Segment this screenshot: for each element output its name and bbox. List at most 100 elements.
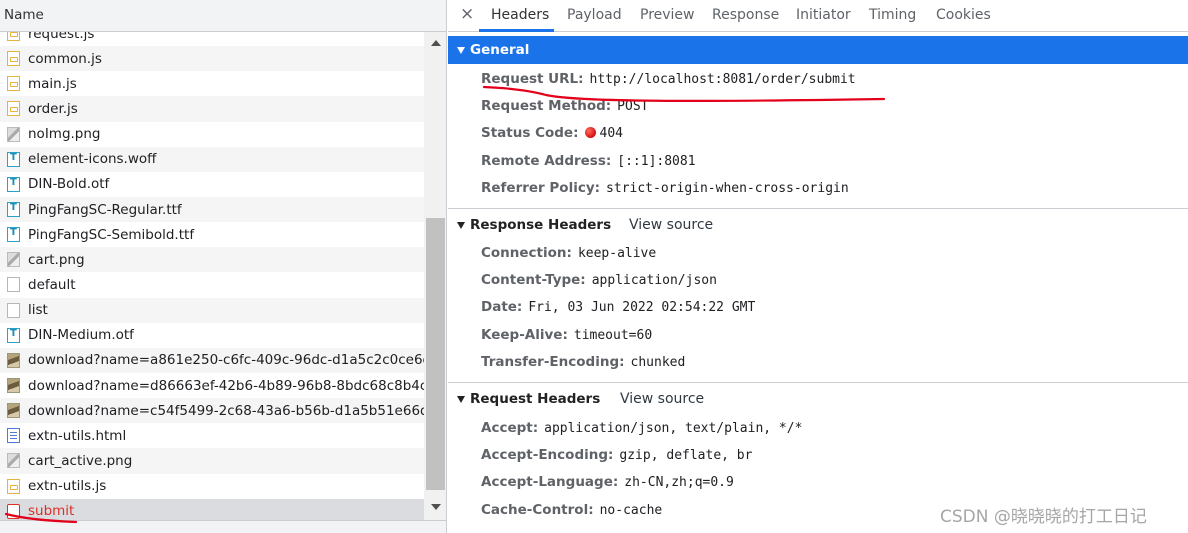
tab-initiator[interactable]: Initiator xyxy=(796,7,851,23)
request-name: list xyxy=(28,302,48,319)
request-name: download?name=a861e250-c6fc-409c-96dc-d1… xyxy=(28,352,424,369)
request-row[interactable]: DIN-Bold.otf xyxy=(0,172,424,197)
close-icon[interactable]: × xyxy=(460,4,474,24)
request-name: download?name=d86663ef-42b6-4b89-96b8-8b… xyxy=(28,377,424,394)
request-name: DIN-Bold.otf xyxy=(28,176,110,193)
request-headers-section-header[interactable]: Request Headers View source xyxy=(448,382,1188,415)
name-column-header[interactable]: Name xyxy=(0,0,446,32)
status-error-dot-icon xyxy=(584,127,596,138)
js-file-icon xyxy=(7,101,20,117)
status-code-label: Status Code: xyxy=(481,125,579,141)
response-headers-section-header[interactable]: Response Headers View source xyxy=(448,208,1188,241)
request-row[interactable]: PingFangSC-Semibold.ttf xyxy=(0,222,424,247)
response-header-value[interactable]: application/json xyxy=(592,273,717,288)
request-row[interactable]: PingFangSC-Regular.ttf xyxy=(0,196,424,223)
request-header-value[interactable]: gzip, deflate, br xyxy=(619,448,752,463)
remote-address-value[interactable]: [::1]:8081 xyxy=(617,154,695,169)
tab-timing[interactable]: Timing xyxy=(869,7,916,23)
request-details-panel: × Headers Payload Preview Response Initi… xyxy=(448,0,1188,533)
request-name: cart.png xyxy=(28,251,85,268)
scroll-up-arrow-icon[interactable] xyxy=(431,40,441,46)
font-file-icon xyxy=(7,151,20,167)
request-row[interactable]: cart_active.png xyxy=(0,448,424,474)
request-method-value[interactable]: POST xyxy=(617,99,648,114)
request-row[interactable]: download?name=a861e250-c6fc-409c-96dc-d1… xyxy=(0,347,424,373)
request-list-scrollbar[interactable] xyxy=(424,32,446,520)
response-header-name: Content-Type: xyxy=(481,272,586,289)
image-file-icon xyxy=(7,352,20,368)
referrer-policy-value[interactable]: strict-origin-when-cross-origin xyxy=(606,181,849,196)
remote-address-row: Remote Address: [::1]:8081 xyxy=(481,153,696,169)
request-header-name: Accept-Encoding: xyxy=(481,447,614,464)
request-header-value[interactable]: zh-CN,zh;q=0.9 xyxy=(624,475,734,490)
request-row[interactable]: extn-utils.js xyxy=(0,474,424,499)
referrer-policy-row: Referrer Policy: strict-origin-when-cross… xyxy=(481,180,849,196)
collapse-triangle-icon xyxy=(457,46,465,54)
response-headers-title: Response Headers xyxy=(470,217,612,233)
request-row[interactable]: default xyxy=(0,272,424,297)
scroll-thumb[interactable] xyxy=(426,218,445,490)
request-name: noImg.png xyxy=(28,126,101,143)
request-row[interactable]: element-icons.woff xyxy=(0,146,424,172)
response-header-row: Keep-Alive: timeout=60 xyxy=(481,327,652,343)
request-row[interactable]: download?name=c54f5499-2c68-43a6-b56b-d1… xyxy=(0,398,424,424)
tab-response[interactable]: Response xyxy=(712,7,779,23)
response-header-row: Content-Type: application/json xyxy=(481,272,717,288)
request-method-row: Request Method: POST xyxy=(481,98,648,114)
watermark: CSDN @晓晓晓的打工日记 xyxy=(940,507,1147,527)
request-row[interactable]: download?name=d86663ef-42b6-4b89-96b8-8b… xyxy=(0,373,424,398)
request-header-value[interactable]: no-cache xyxy=(600,503,663,518)
request-row[interactable]: cart.png xyxy=(0,247,424,273)
request-row[interactable]: main.js xyxy=(0,71,424,96)
request-method-label: Request Method: xyxy=(481,98,612,114)
request-row[interactable]: order.js xyxy=(0,96,424,122)
request-name: download?name=c54f5499-2c68-43a6-b56b-d1… xyxy=(28,402,424,419)
response-header-row: Date: Fri, 03 Jun 2022 02:54:22 GMT xyxy=(481,299,755,315)
request-name: main.js xyxy=(28,75,77,92)
response-header-name: Date: xyxy=(481,299,523,316)
error-request-icon xyxy=(7,503,20,519)
response-header-value[interactable]: keep-alive xyxy=(578,246,656,261)
status-code-row: Status Code: 404 xyxy=(481,125,623,141)
tab-cookies[interactable]: Cookies xyxy=(936,7,991,23)
tab-payload[interactable]: Payload xyxy=(567,7,622,23)
response-header-value[interactable]: chunked xyxy=(631,355,686,370)
image-file-icon xyxy=(7,126,20,142)
tab-headers[interactable]: Headers xyxy=(491,7,549,23)
request-row[interactable]: DIN-Medium.otf xyxy=(0,323,424,348)
network-status-bar xyxy=(0,520,446,533)
html-file-icon xyxy=(7,428,20,444)
collapse-triangle-icon xyxy=(457,221,465,229)
request-rows: request.js common.js main.js order.js noImg.… xyxy=(0,21,424,524)
response-view-source-link[interactable]: View source xyxy=(629,217,713,233)
image-file-icon xyxy=(7,378,20,394)
response-header-row: Transfer-Encoding: chunked xyxy=(481,354,685,370)
request-headers-title: Request Headers xyxy=(470,391,601,407)
tab-preview[interactable]: Preview xyxy=(640,7,695,23)
scroll-down-arrow-icon[interactable] xyxy=(431,504,441,510)
request-row[interactable]: noImg.png xyxy=(0,122,424,147)
request-view-source-link[interactable]: View source xyxy=(620,391,704,407)
request-row[interactable]: common.js xyxy=(0,46,424,72)
general-section-title: General xyxy=(470,42,530,58)
referrer-policy-label: Referrer Policy: xyxy=(481,180,601,196)
font-file-icon xyxy=(7,327,20,343)
status-code-value[interactable]: 404 xyxy=(600,126,623,141)
active-tab-indicator xyxy=(479,29,554,32)
request-header-value[interactable]: application/json, text/plain, */* xyxy=(544,421,802,436)
general-section-header[interactable]: General xyxy=(448,36,1188,64)
request-header-row: Accept-Language: zh-CN,zh;q=0.9 xyxy=(481,474,734,490)
document-file-icon xyxy=(7,302,20,318)
request-name: PingFangSC-Regular.ttf xyxy=(28,201,182,218)
request-list-panel: request.js common.js main.js order.js noImg.… xyxy=(0,0,447,533)
response-header-value[interactable]: timeout=60 xyxy=(574,328,652,343)
font-file-icon xyxy=(7,202,20,218)
request-url-value[interactable]: http://localhost:8081/order/submit xyxy=(590,72,856,87)
request-row[interactable]: extn-utils.html xyxy=(0,423,424,448)
request-name: common.js xyxy=(28,50,102,67)
request-row[interactable]: list xyxy=(0,297,424,323)
request-name: order.js xyxy=(28,100,78,117)
response-header-value[interactable]: Fri, 03 Jun 2022 02:54:22 GMT xyxy=(528,300,755,315)
request-url-label: Request URL: xyxy=(481,71,584,87)
request-name: DIN-Medium.otf xyxy=(28,327,134,344)
